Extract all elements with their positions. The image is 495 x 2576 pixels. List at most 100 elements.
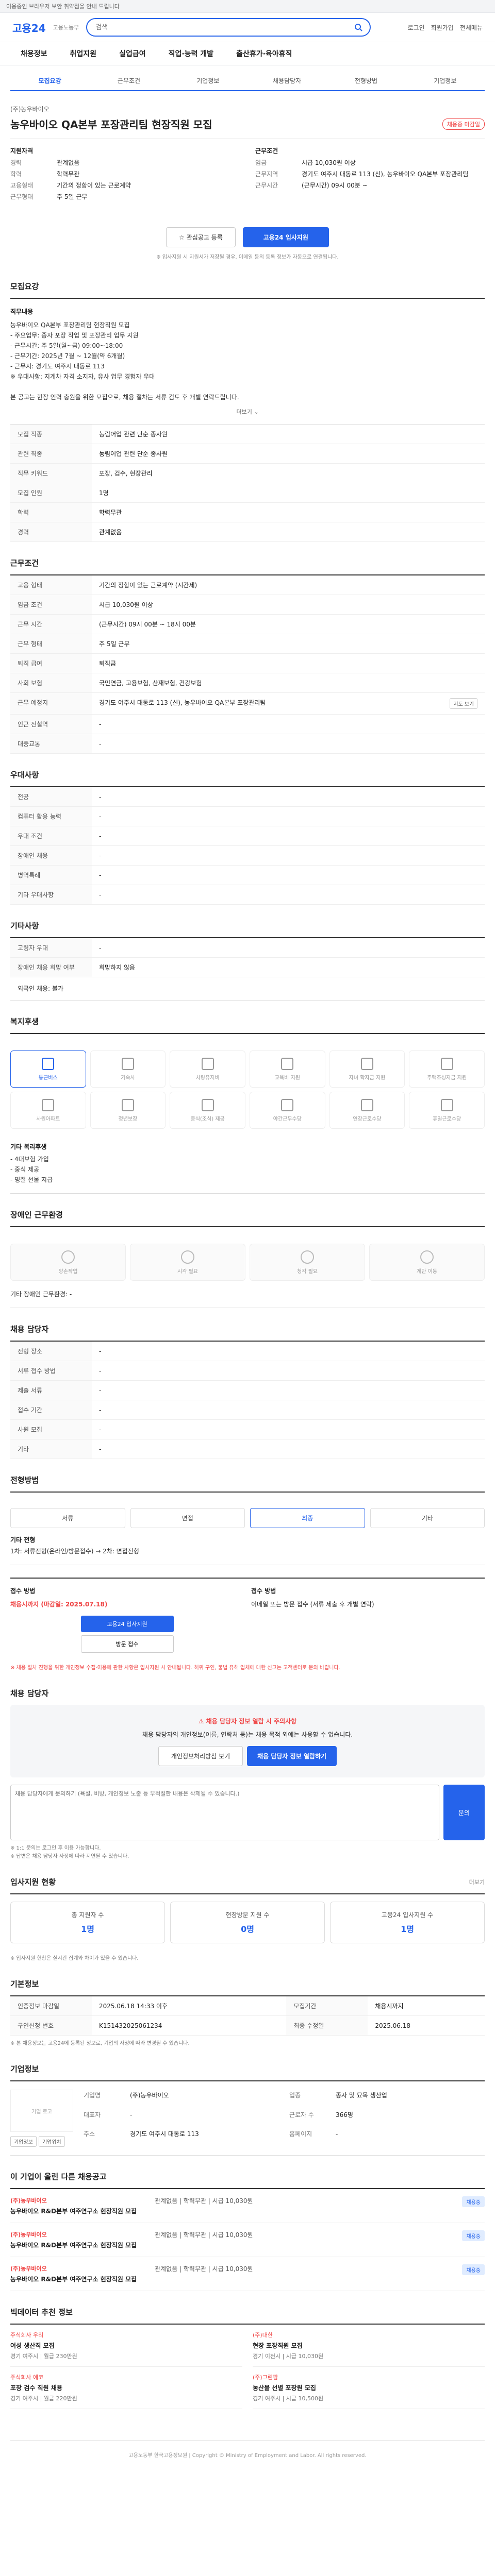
rec-title[interactable]: 여성 생산직 모집 — [10, 2341, 242, 2350]
tab-company[interactable]: 기업정보 — [169, 76, 248, 90]
company-info-button[interactable]: 기업정보 — [10, 2136, 37, 2147]
table-key: 기타 — [10, 1439, 92, 1459]
basic-table: 인증정보 마감일 2025.06.18 14:33 이후 모집기간 채용시까지 구인신… — [10, 1995, 485, 2036]
rec-title[interactable]: 포장 검수 직원 채용 — [10, 2383, 242, 2392]
map-button[interactable]: 지도 보기 — [450, 698, 477, 709]
gnb-item-benefit[interactable]: 실업급여 — [119, 48, 146, 59]
stat-card: 총 지원자 수 1명 — [10, 1902, 165, 1943]
scrap-button-label: 관심공고 등록 — [186, 234, 223, 241]
apply-box: 접수 방법 채용시까지 (마감일: 2025.07.18) 고용24 입사지원 … — [10, 1578, 485, 1660]
job-item-company: (주)농우바이오 — [10, 2265, 47, 2272]
welfare-item-label: 야간근무수당 — [273, 1116, 302, 1122]
agency-row: 주소 경기도 여주시 대동로 113 — [84, 2128, 279, 2147]
summary-value: 주 5일 근무 — [57, 193, 88, 200]
table-key: 장애인 채용 — [10, 845, 92, 866]
agency-value: - — [336, 2130, 338, 2138]
table-key: 임금 조건 — [10, 595, 92, 615]
site-logo[interactable]: 고용24 — [12, 20, 46, 35]
table-value: - — [92, 1380, 485, 1400]
question-submit-button[interactable]: 문의 — [443, 1785, 485, 1840]
rec-meta: 경기 여주시 | 월급 220만원 — [10, 2395, 77, 2402]
table-value: - — [92, 865, 485, 885]
search-icon[interactable] — [354, 23, 362, 31]
table-key: 사회 보험 — [10, 673, 92, 693]
job-item-meta: 관계없음 | 학력무관 | 시급 10,030원 — [155, 2197, 253, 2205]
table-value: 경기도 여주시 대동로 113 (신), 농우바이오 QA본부 포장관리팀 지도 … — [92, 692, 485, 715]
welfare-item: 휴일근로수당 — [409, 1092, 485, 1129]
scrap-button[interactable]: ☆ 관심공고 등록 — [166, 227, 236, 247]
visit-apply-button[interactable]: 방문 접수 — [80, 1635, 174, 1653]
env-item: 청각 필요 — [250, 1244, 365, 1281]
job-item-title[interactable]: 농우바이오 R&D본부 여주연구소 현장직원 모집 — [10, 2241, 144, 2249]
table-row: 전공 - — [10, 787, 485, 807]
gnb-item-support[interactable]: 취업지원 — [70, 48, 97, 59]
recruit-table: 모집 직종 농림어업 관련 단순 종사원 관련 직종 농림어업 관련 단순 종사원 … — [10, 425, 485, 542]
footer: 고용노동부 한국고용정보원 | Copyright © Ministry of … — [10, 2440, 485, 2479]
gnb-item-jobs[interactable]: 채용정보 — [21, 48, 47, 59]
list-item[interactable]: (주)대한 현장 포장직원 모집 경기 이천시 | 시급 10,030원 — [253, 2325, 485, 2367]
list-item[interactable]: 주식회사 에코 포장 검수 직원 채용 경기 여주시 | 월급 220만원 — [10, 2367, 242, 2409]
agency-row: 대표자 - — [84, 2109, 279, 2128]
job-item-left: (주)농우바이오 농우바이오 R&D본부 여주연구소 현장직원 모집 — [10, 2196, 144, 2215]
contact-alert-text: 채용 담당자 정보 열람 시 주의사항 — [206, 1718, 297, 1725]
disabled-box: 양손작업 시각 필요 청각 필요 계단 이동 기타 장애인 근무환경: - — [10, 1226, 485, 1308]
agency-value: 366명 — [336, 2111, 353, 2119]
summary-value: 학력무관 — [57, 171, 80, 178]
stat-card: 고용24 입사지원 수 1명 — [330, 1902, 485, 1943]
warning-icon: ⚠ — [198, 1718, 206, 1725]
company-map-button[interactable]: 기업위치 — [38, 2136, 65, 2147]
summary-value: 경기도 여주시 대동로 113 (신), 농우바이오 QA본부 포장관리팀 — [302, 171, 469, 178]
status-more-link[interactable]: 더보기 — [469, 1878, 485, 1886]
view-contact-button[interactable]: 채용 담당자 정보 열람하기 — [247, 1746, 337, 1766]
table-row: 고용 형태 기간의 정함이 있는 근로계약 (시간제) — [10, 575, 485, 595]
table-value: - — [92, 1400, 485, 1420]
env-item-label: 계단 이동 — [417, 1268, 437, 1275]
signup-link[interactable]: 회원가입 — [431, 23, 454, 32]
more-link[interactable]: 더보기 ⌄ — [10, 408, 485, 416]
privacy-button[interactable]: 개인정보처리방침 보기 — [158, 1746, 243, 1766]
job-item-title[interactable]: 농우바이오 R&D본부 여주연구소 현장직원 모집 — [10, 2207, 144, 2215]
job-item-tag: 채용중 — [462, 2264, 485, 2275]
contact-alert: ⚠ 채용 담당자 정보 열람 시 주의사항 — [22, 1716, 473, 1726]
table-key: 고용 형태 — [10, 575, 92, 595]
apply-deadline: 채용시까지 (마감일: 2025.07.18) — [10, 1601, 108, 1608]
other-title: 기타사항 — [10, 921, 39, 930]
tab-condition[interactable]: 근무조건 — [89, 76, 168, 90]
rec-title[interactable]: 농산물 선별 포장원 모집 — [253, 2383, 485, 2392]
list-item[interactable]: (주)농우바이오 농우바이오 R&D본부 여주연구소 현장직원 모집 관계없음 |… — [10, 2257, 485, 2291]
gnb-item-training[interactable]: 직업·능력 개발 — [169, 48, 213, 59]
agency-value: - — [130, 2111, 133, 2119]
job-item-title[interactable]: 농우바이오 R&D본부 여주연구소 현장직원 모집 — [10, 2275, 144, 2283]
tab-process[interactable]: 전형방법 — [326, 76, 405, 90]
welfare-item: 정년보장 — [90, 1092, 166, 1129]
question-textarea[interactable] — [10, 1785, 439, 1840]
login-link[interactable]: 로그인 — [408, 23, 425, 32]
gnb-item-leave[interactable]: 출산휴가·육아휴직 — [236, 48, 292, 59]
rec-title[interactable]: 현장 포장직원 모집 — [253, 2341, 485, 2350]
search-input[interactable] — [94, 23, 351, 32]
tab-company-info[interactable]: 기업정보 — [406, 76, 485, 90]
list-item[interactable]: 주식회사 우리 여성 생산직 모집 경기 여주시 | 월급 230만원 — [10, 2325, 242, 2367]
env-item: 시각 필요 — [130, 1244, 245, 1281]
table-value: 관계없음 — [92, 522, 485, 542]
other-extra: 외국인 채용: 불가 — [10, 977, 485, 1001]
tab-recruit[interactable]: 모집요강 — [10, 76, 89, 90]
table-row: 고령자 우대 - — [10, 938, 485, 958]
apply-now-button[interactable]: 고용24 입사지원 — [80, 1616, 174, 1632]
table-value: 기간의 정함이 있는 근로계약 (시간제) — [92, 575, 485, 595]
tab-contact[interactable]: 채용담당자 — [248, 76, 326, 90]
list-item[interactable]: (주)농우바이오 농우바이오 R&D본부 여주연구소 현장직원 모집 관계없음 |… — [10, 2189, 485, 2223]
list-item[interactable]: (주)농우바이오 농우바이오 R&D본부 여주연구소 현장직원 모집 관계없음 |… — [10, 2223, 485, 2257]
table-row: 관련 직종 농림어업 관련 단순 종사원 — [10, 444, 485, 464]
prefer-table: 전공 - 컴퓨터 활용 능력 - 우대 조건 - 장애인 채용 - 병역특례 - 기타 우… — [10, 786, 485, 905]
prefer-section-title: 우대사항 — [10, 769, 485, 780]
all-menu-link[interactable]: 전체메뉴 — [460, 23, 483, 32]
education-icon — [281, 1057, 294, 1070]
table-key: 경력 — [10, 522, 92, 542]
apply-button[interactable]: 고용24 입사지원 — [242, 227, 329, 247]
summary-row: 근무지역 경기도 여주시 대동로 113 (신), 농우바이오 QA본부 포장관리… — [255, 168, 485, 180]
more-link-label: 더보기 — [236, 409, 252, 415]
list-item[interactable]: (주)그린팜 농산물 선별 포장원 모집 경기 여주시 | 시급 10,500원 — [253, 2367, 485, 2409]
apply-col-right: 접수 방법 이메일 또는 방문 접수 (서류 제출 후 개별 연락) — [251, 1586, 485, 1653]
agency-key: 근로자 수 — [289, 2111, 314, 2119]
